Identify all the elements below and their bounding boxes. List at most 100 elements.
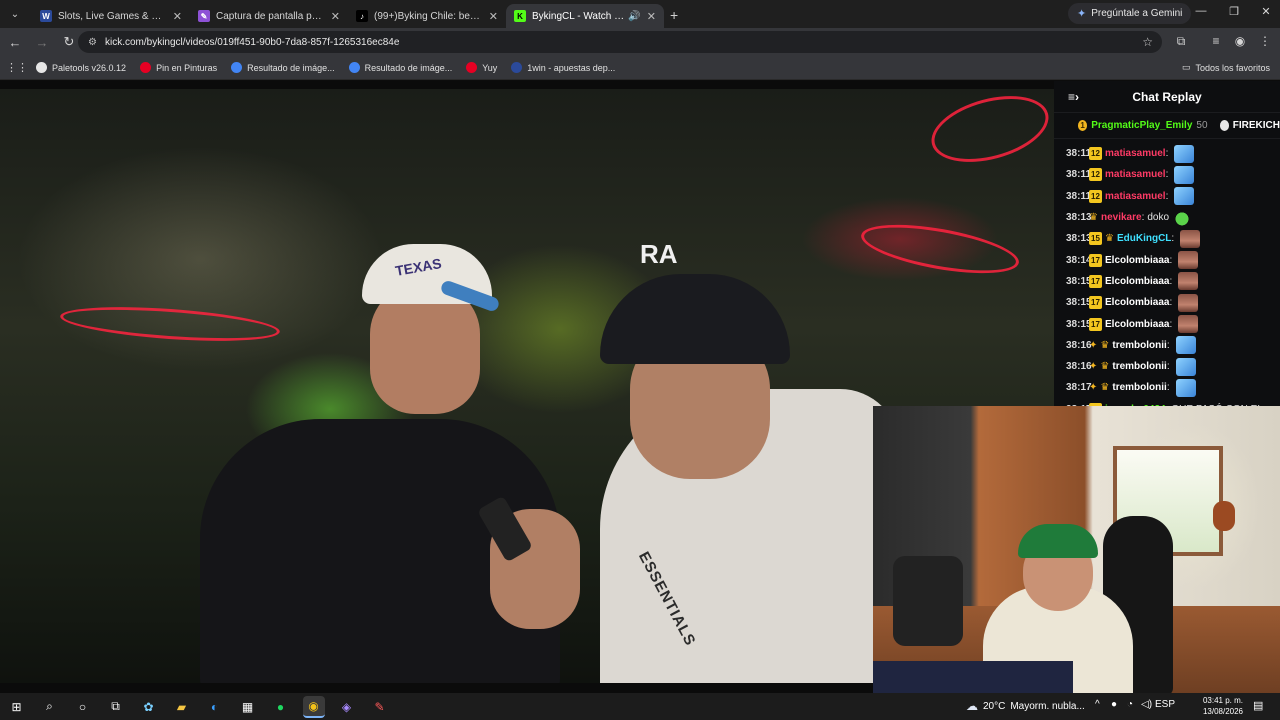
messenger-icon[interactable]: ◈ <box>336 696 358 718</box>
mic-icon[interactable]: ● <box>1111 699 1117 710</box>
crown-badge-icon: ♛ <box>1105 233 1114 245</box>
message-username[interactable]: Elcolombiaaa <box>1105 297 1169 308</box>
browser-tab[interactable]: K BykingCL - Watch the VOD 🔊 ✕ <box>506 4 664 28</box>
tab-close-icon[interactable]: ✕ <box>173 10 182 23</box>
message-separator: : <box>1141 212 1145 224</box>
gemini-button[interactable]: ✦ Pregúntale a Gemini <box>1068 3 1192 24</box>
message-username[interactable]: Elcolombiaaa <box>1105 255 1169 266</box>
message-timestamp[interactable]: 38:13 <box>1066 233 1092 244</box>
file-explorer-icon[interactable]: ▰ <box>171 696 193 718</box>
message-timestamp[interactable]: 38:11 <box>1066 148 1091 159</box>
crown-badge-icon: ♛ <box>1100 361 1110 373</box>
message-timestamp[interactable]: 38:15 <box>1066 319 1092 330</box>
gift-badge-icon: ✦ <box>1089 339 1098 351</box>
address-bar[interactable]: ⚙ kick.com/bykingcl/videos/019ff451-90b0… <box>78 31 1162 53</box>
bookmark-label: Resultado de imáge... <box>364 62 453 73</box>
message-timestamp[interactable]: 38:15 <box>1066 276 1092 287</box>
message-username[interactable]: EduKingCL <box>1117 233 1171 244</box>
notification-icon[interactable]: ▤ <box>1253 699 1263 712</box>
bookmark-favicon-icon <box>466 62 478 73</box>
message-timestamp[interactable]: 38:11 <box>1066 191 1091 202</box>
pinned-count: 50 <box>1196 120 1208 131</box>
search-icon[interactable]: ⌕ <box>39 696 61 718</box>
bookmark-label: Yuy <box>482 62 498 73</box>
copilot-icon[interactable]: ✿ <box>138 696 160 718</box>
tab-close-icon[interactable]: ✕ <box>489 10 498 23</box>
edge-icon[interactable]: ◐ <box>204 696 226 718</box>
browser-tab[interactable]: W Slots, Live Games & Massive Ja ✕ <box>32 4 190 28</box>
message-username[interactable]: trembolonii <box>1112 382 1166 393</box>
back-button[interactable]: ← <box>3 30 27 54</box>
tab-search-button[interactable]: ⌄ <box>4 3 26 25</box>
apps-grid-icon[interactable]: ⋮⋮ <box>6 61 28 74</box>
tab-audio-icon[interactable]: 🔊 <box>628 11 640 22</box>
message-timestamp[interactable]: 38:16 <box>1066 361 1092 372</box>
bookmark-item[interactable]: Pin en Pinturas <box>140 62 217 73</box>
lightshot-icon[interactable]: ✎ <box>369 696 391 718</box>
all-bookmarks-button[interactable]: ▭ Todos los favoritos <box>1182 62 1270 73</box>
message-timestamp[interactable]: 38:17 <box>1066 382 1092 393</box>
cortana-icon[interactable]: ○ <box>72 696 94 718</box>
bookmark-star-icon[interactable]: ☆ <box>1142 35 1153 49</box>
tab-close-icon[interactable]: ✕ <box>331 10 340 23</box>
desk <box>873 661 1073 693</box>
weather-widget[interactable]: ☁ 20°C Mayorm. nubla... <box>966 699 1085 713</box>
minimize-icon[interactable]: — <box>1193 5 1209 17</box>
bookmark-item[interactable]: Resultado de imáge... <box>348 62 453 73</box>
tray-chevron-icon[interactable]: ^ <box>1095 699 1100 710</box>
browser-tab[interactable]: ✎ Captura de pantalla por Lightsh ✕ <box>190 4 348 28</box>
bookmark-item[interactable]: 1win - apuestas dep... <box>511 62 615 73</box>
chat-message: 38:11 12 matiasamuel: <box>1066 186 1280 207</box>
windows-start-icon[interactable]: ⊞ <box>6 696 28 718</box>
browser-tab[interactable]: ♪ (99+)Byking Chile: best clips, m ✕ <box>348 4 506 28</box>
chrome-icon[interactable]: ◉ <box>302 695 325 718</box>
media-controls-icon[interactable]: ≡ <box>1207 34 1225 48</box>
site-info-icon[interactable]: ⚙ <box>88 37 97 48</box>
message-username[interactable]: matiasamuel <box>1105 148 1166 159</box>
subscriber-badge: 12 <box>1089 168 1102 182</box>
bookmark-item[interactable]: Yuy <box>466 62 497 73</box>
message-timestamp[interactable]: 38:14 <box>1066 255 1092 266</box>
profile-avatar-icon[interactable]: ◉ <box>1231 34 1249 48</box>
message-separator: : <box>1166 339 1170 351</box>
forward-button[interactable]: → <box>30 30 54 54</box>
clock[interactable]: 03:41 p. m. 13/08/2026 <box>1198 695 1248 717</box>
message-username[interactable]: matiasamuel <box>1105 169 1166 180</box>
cap-text-right: RA <box>640 239 678 269</box>
pinned-user-1[interactable]: PragmaticPlay_Emily <box>1091 120 1192 131</box>
message-username[interactable]: matiasamuel <box>1105 191 1166 202</box>
bookmark-favicon-icon <box>231 62 243 73</box>
extensions-icon[interactable]: ⧉ <box>1172 34 1190 49</box>
message-username[interactable]: trembolonii <box>1112 340 1166 351</box>
maximize-icon[interactable]: ❐ <box>1226 5 1242 18</box>
volume-icon[interactable]: ◁) <box>1141 699 1152 710</box>
message-timestamp[interactable]: 38:16 <box>1066 340 1092 351</box>
message-username[interactable]: Elcolombiaaa <box>1105 319 1169 330</box>
chat-message: 38:11 12 matiasamuel: <box>1066 143 1280 164</box>
message-username[interactable]: nevikare <box>1101 212 1142 223</box>
pinned-user-2[interactable]: FIREKICH <box>1233 120 1280 131</box>
message-username[interactable]: trembolonii <box>1112 361 1166 372</box>
bookmarks-bar: ⋮⋮ Paletools v26.0.12 Pin en Pinturas Resu… <box>0 56 1280 80</box>
message-separator: : <box>1165 148 1169 160</box>
keyboard-lang[interactable]: ESP <box>1155 699 1175 710</box>
wifi-icon[interactable]: ◔ <box>1127 699 1133 710</box>
task-view-icon[interactable]: ⧉ <box>105 696 127 718</box>
tab-close-icon[interactable]: ✕ <box>647 10 656 23</box>
collapse-chat-icon[interactable]: ≡› <box>1068 90 1079 104</box>
message-separator: : <box>1169 254 1173 266</box>
store-icon[interactable]: ▦ <box>237 696 259 718</box>
message-timestamp[interactable]: 38:13 <box>1066 212 1092 223</box>
more-menu-icon[interactable]: ⋮ <box>1256 34 1274 48</box>
new-tab-button[interactable]: + <box>670 7 678 23</box>
url-text[interactable]: kick.com/bykingcl/videos/019ff451-90b0-7… <box>105 37 1142 48</box>
chat-message: 38:15 17 Elcolombiaaa: <box>1066 313 1280 334</box>
message-timestamp[interactable]: 38:15 <box>1066 297 1092 308</box>
message-timestamp[interactable]: 38:11 <box>1066 169 1091 180</box>
message-username[interactable]: Elcolombiaaa <box>1105 276 1169 287</box>
bookmark-item[interactable]: Paletools v26.0.12 <box>36 62 126 73</box>
spotify-icon[interactable]: ● <box>270 696 292 718</box>
window-close-icon[interactable]: ✕ <box>1258 5 1274 18</box>
windows-taskbar: ⊞ ⌕ ○ ⧉ ✿ ▰ ◐ ▦ ● ◉ ◈ ✎ ☁ 20°C Mayorm. n… <box>0 693 1280 720</box>
bookmark-item[interactable]: Resultado de imáge... <box>231 62 335 73</box>
